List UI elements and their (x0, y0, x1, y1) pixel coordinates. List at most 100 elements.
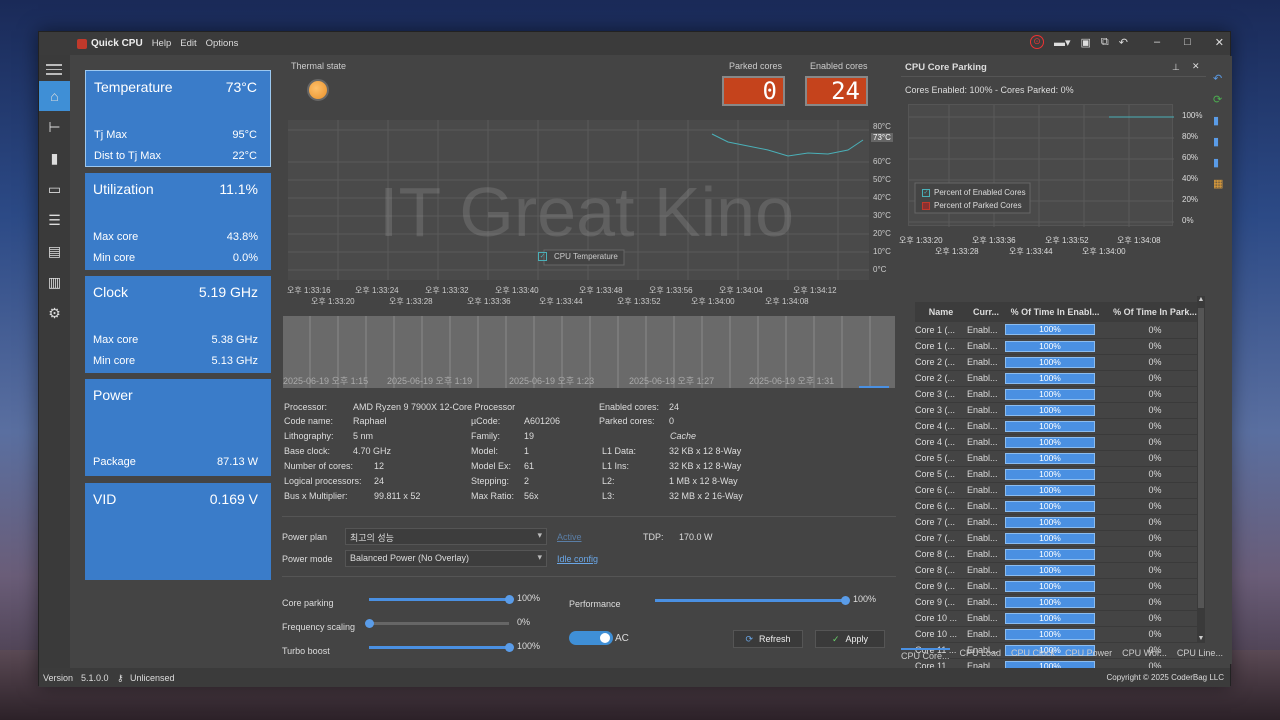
temperature-card[interactable]: Temperature 73°C Tj Max 95°C Dist to Tj … (85, 70, 271, 167)
table-row[interactable]: Core 10 ... Enabl... 100% 0% (915, 626, 1205, 643)
table-row[interactable]: Core 6 (... Enabl... 100% 0% (915, 498, 1205, 515)
table-row[interactable]: Core 3 (... Enabl... 100% 0% (915, 402, 1205, 419)
bar-chart-icon[interactable]: ▮ (39, 143, 70, 173)
table-row[interactable]: Core 6 (... Enabl... 100% 0% (915, 482, 1205, 499)
slider-knob[interactable] (505, 595, 514, 604)
vid-value: 0.169 V (209, 491, 258, 507)
tree-icon[interactable]: ⊢ (39, 112, 70, 142)
minimize-button[interactable]: – (1154, 36, 1160, 48)
table-row[interactable]: Core 8 (... Enabl... 100% 0% (915, 546, 1205, 563)
refresh-icon[interactable]: ⟳ (1213, 93, 1231, 114)
refresh-button[interactable]: ⟳ Refresh (733, 630, 803, 648)
table-scrollbar[interactable]: ▲ ▼ (1197, 296, 1205, 642)
table-row[interactable]: Core 1 (... Enabl... 100% 0% (915, 322, 1205, 339)
app-window: Quick CPU Help Edit Options ⊙ ▬▾ ▣ ⧉ ↶ –… (38, 31, 1232, 687)
table-row[interactable]: Core 8 (... Enabl... 100% 0% (915, 562, 1205, 579)
vid-card[interactable]: VID 0.169 V (85, 483, 271, 580)
ac-toggle[interactable] (569, 631, 613, 645)
tab-cpu-line[interactable]: CPU Line... (1177, 648, 1223, 661)
hamburger-menu-icon[interactable] (46, 64, 62, 78)
core-parking-slider[interactable] (369, 595, 514, 604)
picture-icon[interactable]: ▣ (1081, 36, 1091, 49)
display-icon[interactable]: ▬▾ (1054, 36, 1071, 49)
undo-icon[interactable]: ↶ (1213, 72, 1231, 93)
bar-chart-icon[interactable]: ▮ (1213, 114, 1231, 135)
table-row[interactable]: Core 4 (... Enabl... 100% 0% (915, 434, 1205, 451)
menu-help[interactable]: Help (152, 38, 172, 49)
history-timeline[interactable]: 2025-06-19 오후 1:15 2025-06-19 오후 1:19 20… (283, 316, 895, 388)
settings-list-icon[interactable]: ☰ (39, 205, 70, 235)
header-parked-time[interactable]: % Of Time In Park... (1105, 302, 1205, 322)
scroll-thumb[interactable] (1198, 308, 1204, 608)
slider-knob[interactable] (505, 643, 514, 652)
table-row[interactable]: Core 9 (... Enabl... 100% 0% (915, 594, 1205, 611)
tab-cpu-power[interactable]: CPU Power (1065, 648, 1112, 661)
undo-icon[interactable]: ↶ (1119, 36, 1128, 49)
tjmax-value: 95°C (232, 129, 257, 141)
maximize-button[interactable]: □ (1184, 36, 1191, 48)
tab-cpu-core[interactable]: CPU Core... (901, 648, 950, 661)
parked-time: 0% (1148, 533, 1162, 543)
palette-icon[interactable]: ▦ (1213, 177, 1231, 198)
parked-time-cell: 0% (1105, 402, 1205, 419)
header-name[interactable]: Name (915, 302, 967, 322)
codename-value: Raphael (353, 416, 387, 426)
menu-options[interactable]: Options (206, 38, 239, 49)
table-row[interactable]: Core 7 (... Enabl... 100% 0% (915, 530, 1205, 547)
history-date: 2025-06-19 오후 1:15 (283, 376, 369, 386)
table-row[interactable]: Core 3 (... Enabl... 100% 0% (915, 386, 1205, 403)
slider-knob[interactable] (365, 619, 374, 628)
table-row[interactable]: Core 1 (... Enabl... 100% 0% (915, 338, 1205, 355)
core-name: Core 4 (... (915, 437, 956, 447)
clock-card[interactable]: Clock 5.19 GHz Max core 5.38 GHz Min cor… (85, 276, 271, 373)
tab-cpu-load[interactable]: CPU Load (960, 648, 1002, 661)
power-plan-dropdown[interactable]: 최고의 성능 (345, 528, 547, 545)
enabled-time-cell: 100% (1005, 594, 1105, 611)
core-state: Enabl... (967, 469, 998, 479)
book-icon[interactable]: ▥ (39, 267, 70, 297)
scroll-up-icon[interactable]: ▲ (1197, 296, 1205, 303)
home-icon[interactable]: ⌂ (39, 81, 70, 111)
apply-button[interactable]: ✓ Apply (815, 630, 885, 648)
document-search-icon[interactable]: ▤ (39, 236, 70, 266)
utilization-card[interactable]: Utilization 11.1% Max core 43.8% Min cor… (85, 173, 271, 270)
power-mode-dropdown[interactable]: Balanced Power (No Overlay) (345, 550, 547, 567)
table-row[interactable]: Core 2 (... Enabl... 100% 0% (915, 354, 1205, 371)
tab-cpu-work[interactable]: CPU Wor... (1122, 648, 1167, 661)
table-row[interactable]: Core 5 (... Enabl... 100% 0% (915, 450, 1205, 467)
parked-time: 0% (1148, 357, 1162, 367)
table-row[interactable]: Core 9 (... Enabl... 100% 0% (915, 578, 1205, 595)
record-indicator-icon[interactable]: ⊙ (1029, 35, 1044, 49)
table-row[interactable]: Core 2 (... Enabl... 100% 0% (915, 370, 1205, 387)
layers-icon[interactable]: ▭ (39, 174, 70, 204)
tab-cpu-clock[interactable]: CPU Clock (1011, 648, 1055, 661)
performance-slider[interactable] (655, 596, 850, 605)
menu-edit[interactable]: Edit (180, 38, 196, 49)
legend-checkbox-icon[interactable]: ✓ (538, 252, 547, 261)
panel-close-icon[interactable]: ✕ (1192, 61, 1200, 72)
pin-icon[interactable]: ⊥ (1172, 62, 1180, 73)
scroll-down-icon[interactable]: ▼ (1197, 635, 1205, 642)
close-button[interactable]: ✕ (1215, 36, 1224, 49)
table-row[interactable]: Core 7 (... Enabl... 100% 0% (915, 514, 1205, 531)
core-name: Core 9 (... (915, 581, 956, 591)
header-current[interactable]: Curr... (967, 302, 1005, 322)
power-card[interactable]: Power Package 87.13 W (85, 379, 271, 476)
screenshot-icon[interactable]: ⧉ (1101, 36, 1109, 49)
stepping-label: Stepping: (471, 476, 510, 486)
header-enabled-time[interactable]: % Of Time In Enabl... (1005, 302, 1105, 322)
table-row[interactable]: Core 5 (... Enabl... 100% 0% (915, 466, 1205, 483)
table-row[interactable]: Core 10 ... Enabl... 100% 0% (915, 610, 1205, 627)
gear-icon[interactable]: ⚙ (39, 298, 70, 328)
frequency-scaling-slider[interactable] (365, 619, 509, 628)
turbo-boost-slider[interactable] (369, 643, 514, 652)
enabled-time-cell: 100% (1005, 578, 1105, 595)
bar-chart-icon[interactable]: ▮ (1213, 156, 1231, 177)
x-tick: 오후 1:33:36 (467, 297, 511, 306)
history-scroll-thumb[interactable] (859, 386, 889, 388)
slider-knob[interactable] (841, 596, 850, 605)
idle-config-link[interactable]: Idle config (557, 554, 598, 564)
bar-chart-icon[interactable]: ▮ (1213, 135, 1231, 156)
table-row[interactable]: Core 4 (... Enabl... 100% 0% (915, 418, 1205, 435)
core-state-cell: Enabl... (967, 370, 1005, 387)
